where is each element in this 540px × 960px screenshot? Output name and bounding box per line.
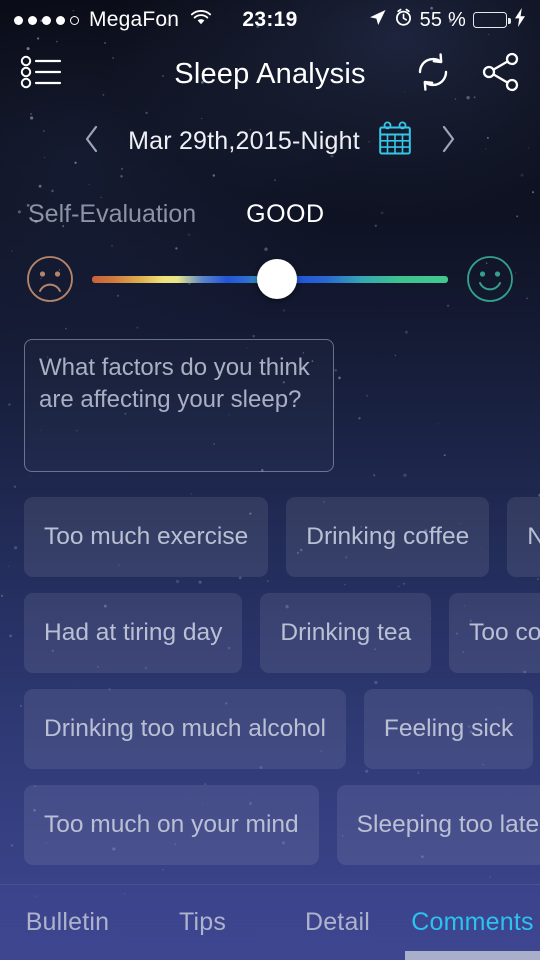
previous-day-button[interactable] [74,120,110,163]
share-icon [482,52,519,91]
battery-icon [473,12,511,28]
factor-chip-row: Too much on your mind Sleeping too late [24,785,540,865]
happy-face-icon [464,253,516,305]
chevron-right-icon [442,125,454,152]
factor-chip-row: Drinking too much alcohol Feeling sick [24,689,534,769]
refresh-icon [418,52,448,91]
bottom-tab-bar: Bulletin Tips Detail Comments [0,884,540,960]
tab-comments[interactable]: Comments [405,908,540,937]
date-navigation: Mar 29th,2015-Night [0,112,540,170]
date-label: Mar 29th,2015-Night [128,126,360,155]
sad-face-icon [24,253,76,305]
calendar-button[interactable] [378,121,412,162]
factor-chip-row: Too much exerciseDrinking coffee Noise [24,497,540,577]
navigation-bar: Sleep Analysis [0,40,540,108]
menu-button[interactable] [18,52,64,97]
sleep-factors-input[interactable] [24,339,334,472]
factor-chip[interactable]: Too much exercise [24,497,269,577]
factor-chip[interactable]: Had at tiring day [24,593,243,673]
factor-chip[interactable]: Feeling sick [363,689,534,769]
chevron-left-icon [86,125,98,152]
calendar-icon [379,121,411,154]
self-evaluation-label: Self-Evaluation [28,200,197,228]
tab-tips[interactable]: Tips [135,908,270,937]
factor-chip[interactable]: Drinking coffee [286,497,490,577]
factor-chip[interactable]: Sleeping too late [336,785,540,865]
status-bar-clock: 23:19 [242,8,298,31]
factor-chip[interactable]: Too cold [449,593,540,673]
factor-chip[interactable]: Drinking tea [260,593,432,673]
self-evaluation-value: GOOD [246,200,325,228]
factor-chip[interactable]: Noise [507,497,540,577]
refresh-button[interactable] [412,51,454,98]
list-bullet-icon [20,55,62,88]
evaluation-slider-row [0,229,540,305]
evaluation-slider[interactable] [88,253,452,305]
self-evaluation-header: Self-Evaluation GOOD [0,170,540,229]
active-tab-indicator [405,951,540,960]
slider-thumb[interactable] [257,259,298,299]
tab-bulletin[interactable]: Bulletin [0,908,135,937]
app-screen: MegaFon 23:19 55 % Sleep Analysis Mar 29… [0,0,540,960]
factor-chip[interactable]: Too much on your mind [24,785,319,865]
tab-detail[interactable]: Detail [270,908,405,937]
factor-chip-row: Had at tiring dayDrinking teaToo cold [24,593,540,673]
share-button[interactable] [480,51,522,98]
factor-chip-list: Too much exerciseDrinking coffee Noise Had… [0,477,540,865]
next-day-button[interactable] [430,120,466,163]
factor-chip[interactable]: Drinking too much alcohol [24,689,346,769]
status-bar: MegaFon 23:19 55 % [0,0,540,40]
navigation-actions [412,51,522,98]
